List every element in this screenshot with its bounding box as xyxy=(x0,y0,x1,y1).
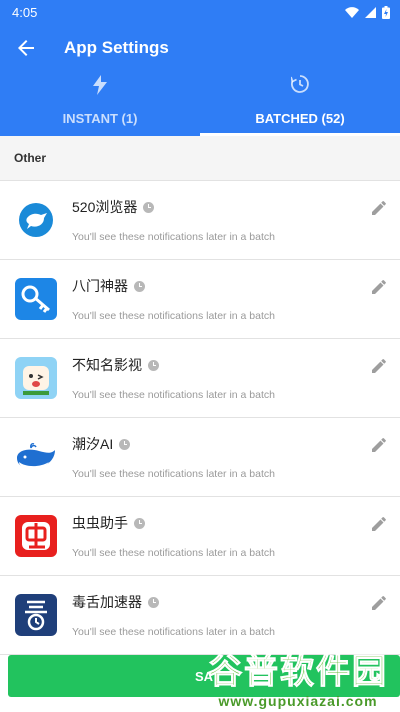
app-subtitle: You'll see these notifications later in … xyxy=(72,547,275,559)
clock-icon xyxy=(119,438,131,450)
app-name: 虫虫助手 xyxy=(72,515,128,531)
tab-batched[interactable]: BATCHED (52) xyxy=(200,72,400,136)
clock-icon xyxy=(148,596,159,608)
arrow-back-icon xyxy=(18,40,34,56)
clock-icon xyxy=(134,517,145,529)
edit-icon[interactable] xyxy=(372,280,386,294)
app-subtitle: You'll see these notifications later in … xyxy=(72,468,275,480)
status-icons xyxy=(345,5,390,19)
back-button[interactable] xyxy=(14,36,38,60)
history-icon xyxy=(291,75,309,93)
battery-icon xyxy=(382,5,390,19)
status-bar: 4:05 xyxy=(0,0,400,24)
clock-icon xyxy=(143,201,155,213)
tab-batched-label: BATCHED (52) xyxy=(255,111,345,126)
app-subtitle: You'll see these notifications later in … xyxy=(72,310,275,322)
clock-icon xyxy=(134,280,145,292)
app-icon-buzhiming xyxy=(15,357,57,399)
tab-indicator xyxy=(200,133,400,136)
tab-instant-label: INSTANT (1) xyxy=(62,111,138,126)
signal-icon xyxy=(365,6,376,18)
section-header: Other xyxy=(0,136,400,181)
app-subtitle: You'll see these notifications later in … xyxy=(72,231,275,243)
watermark: 谷普软件园 www.gupuxiazai.com xyxy=(196,640,400,712)
app-icon-chaoxi-ai xyxy=(15,436,57,478)
clock-icon xyxy=(148,359,159,371)
app-name: 八门神器 xyxy=(72,278,128,294)
status-time: 4:05 xyxy=(12,4,38,20)
edit-icon[interactable] xyxy=(372,359,386,373)
wifi-icon xyxy=(345,6,359,18)
edit-icon[interactable] xyxy=(372,596,386,610)
tab-bar: INSTANT (1) BATCHED (52) xyxy=(0,72,400,136)
list-item[interactable]: 潮汐AI You'll see these notifications late… xyxy=(0,418,400,497)
bolt-icon xyxy=(93,75,107,95)
list-item[interactable]: 520浏览器 You'll see these notifications la… xyxy=(0,181,400,260)
app-icon-chongchong xyxy=(15,515,57,557)
app-bar: App Settings xyxy=(0,24,400,72)
watermark-url: www.gupuxiazai.com xyxy=(218,692,378,709)
app-icon-bamen xyxy=(15,278,57,320)
app-icon-dushe xyxy=(15,594,57,636)
app-name: 毒舌加速器 xyxy=(72,594,142,610)
edit-icon[interactable] xyxy=(372,438,386,452)
page-title: App Settings xyxy=(64,38,169,57)
list-item[interactable]: 虫虫助手 You'll see these notifications late… xyxy=(0,497,400,576)
list-item[interactable]: 八门神器 You'll see these notifications late… xyxy=(0,260,400,339)
app-name: 520浏览器 xyxy=(72,199,138,215)
watermark-title: 谷普软件园 xyxy=(208,651,388,692)
app-subtitle: You'll see these notifications later in … xyxy=(72,389,275,401)
app-icon-520-browser xyxy=(15,199,57,241)
edit-icon[interactable] xyxy=(372,517,386,531)
app-list: 520浏览器 You'll see these notifications la… xyxy=(0,181,400,655)
app-subtitle: You'll see these notifications later in … xyxy=(72,626,275,638)
app-name: 潮汐AI xyxy=(72,436,114,452)
tab-instant[interactable]: INSTANT (1) xyxy=(0,72,200,136)
edit-icon[interactable] xyxy=(372,201,386,215)
app-name: 不知名影视 xyxy=(72,357,142,373)
list-item[interactable]: 不知名影视 You'll see these notifications lat… xyxy=(0,339,400,418)
